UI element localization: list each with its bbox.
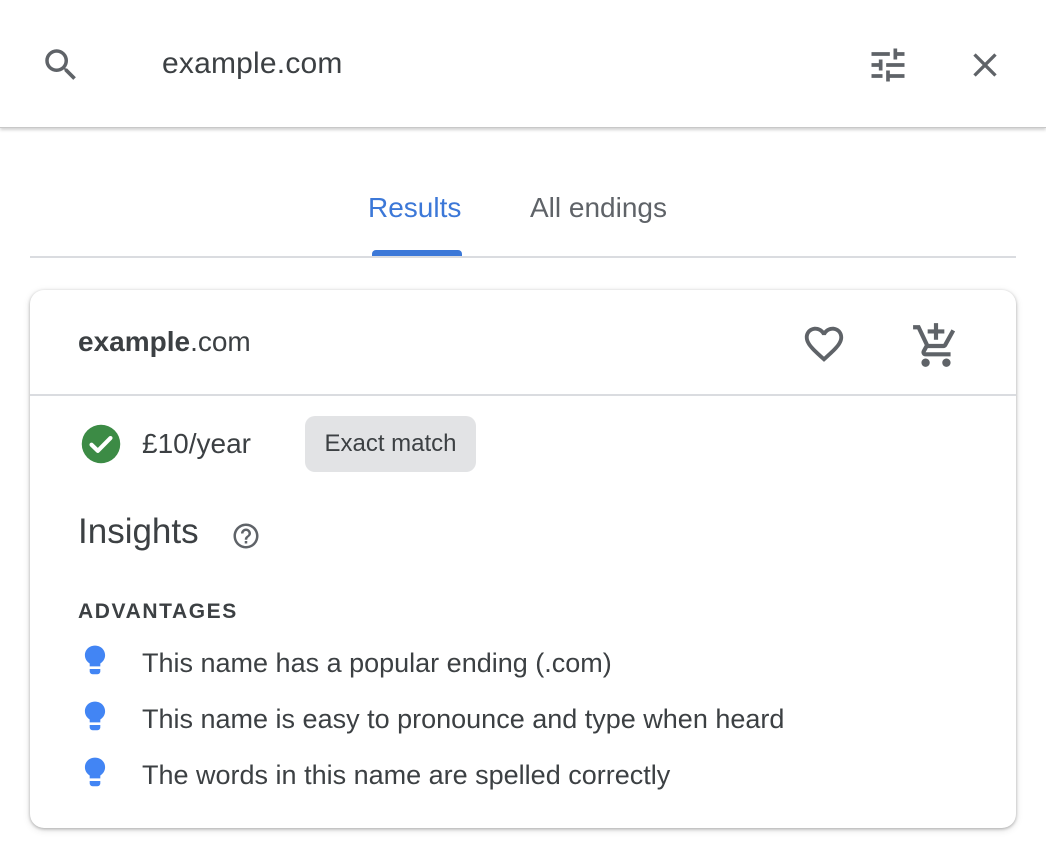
domain-sld: example [78, 326, 191, 357]
price-label: £10/year [142, 428, 251, 459]
heart-outline-icon[interactable] [800, 320, 848, 368]
search-icon[interactable] [38, 42, 84, 88]
advantages-list: This name has a popular ending (.com) Th… [78, 642, 978, 810]
lightbulb-icon [84, 757, 106, 787]
lightbulb-icon [84, 701, 106, 731]
list-item: This name is easy to pronounce and type … [78, 698, 978, 754]
close-icon[interactable] [960, 40, 1010, 90]
tune-icon[interactable] [863, 40, 913, 90]
domain-tld: .com [190, 326, 251, 357]
card-header: example.com [30, 290, 1016, 396]
add-shopping-cart-icon[interactable] [910, 320, 962, 372]
lightbulb-icon [84, 645, 106, 675]
list-item: The words in this name are spelled corre… [78, 754, 978, 810]
advantages-heading: ADVANTAGES [78, 600, 238, 623]
search-bar [0, 0, 1046, 128]
active-tab-indicator [372, 250, 462, 256]
domain-name: example.com [78, 324, 251, 360]
tab-all-endings[interactable]: All endings [530, 188, 667, 228]
search-input[interactable] [162, 44, 762, 84]
help-outline-icon[interactable] [231, 521, 261, 551]
insights-title: Insights [78, 512, 199, 551]
check-circle-icon [81, 424, 121, 464]
list-item: This name has a popular ending (.com) [78, 642, 978, 698]
advantage-text: The words in this name are spelled corre… [142, 760, 671, 790]
results-tabs: Results All endings [30, 170, 1016, 258]
advantage-text: This name has a popular ending (.com) [142, 648, 612, 678]
domain-result-card: example.com £10/year Exact match Insight… [30, 290, 1016, 828]
exact-match-badge: Exact match [305, 416, 476, 472]
tab-results[interactable]: Results [368, 188, 461, 228]
advantage-text: This name is easy to pronounce and type … [142, 704, 785, 734]
